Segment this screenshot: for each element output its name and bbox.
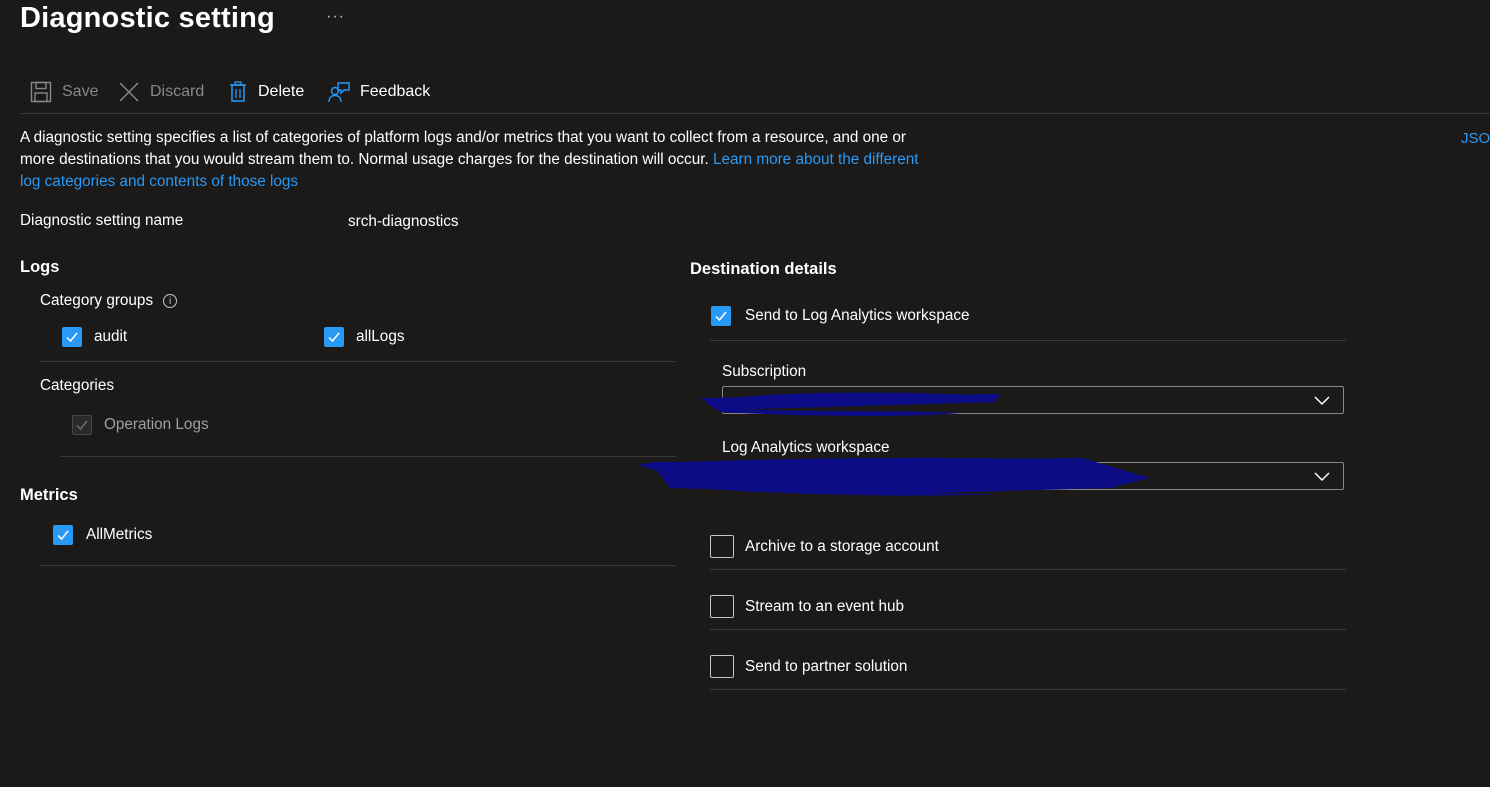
discard-label: Discard [150, 83, 205, 100]
partner-checkbox[interactable]: Send to partner solution [710, 655, 907, 678]
divider [710, 629, 1346, 630]
toolbar-divider [20, 113, 1490, 114]
event-hub-label: Stream to an event hub [745, 597, 905, 615]
allmetrics-checkbox[interactable]: AllMetrics [53, 525, 152, 545]
delete-label: Delete [258, 83, 305, 100]
checkbox-unchecked-icon [710, 655, 734, 678]
category-groups-label: Category groups i [40, 292, 178, 310]
delete-button[interactable]: Delete [228, 80, 304, 104]
audit-checkbox[interactable]: audit [62, 327, 127, 347]
info-icon[interactable]: i [163, 294, 178, 308]
storage-checkbox[interactable]: Archive to a storage account [710, 535, 939, 558]
setting-name-value: srch-diagnostics [348, 213, 459, 230]
checkbox-disabled-icon [72, 415, 92, 435]
feedback-icon [328, 82, 350, 103]
categories-label: Categories [40, 377, 114, 394]
page-title: Diagnostic setting [20, 2, 275, 34]
operation-logs-checkbox[interactable]: Operation Logs [72, 415, 209, 435]
divider [710, 340, 1346, 341]
audit-label: audit [94, 328, 128, 345]
checkbox-unchecked-icon [710, 535, 734, 558]
workspace-label: Log Analytics workspace [722, 439, 890, 456]
description: A diagnostic setting specifies a list of… [20, 127, 940, 193]
category-groups-text: Category groups [40, 292, 154, 309]
partner-label: Send to partner solution [745, 657, 908, 675]
logs-heading: Logs [20, 258, 60, 276]
feedback-label: Feedback [360, 83, 431, 100]
subscription-dropdown[interactable] [722, 386, 1344, 414]
chevron-down-icon [1314, 396, 1330, 406]
checkbox-checked-icon [62, 327, 82, 347]
trash-icon [230, 81, 246, 102]
divider [710, 689, 1346, 690]
checkbox-checked-icon [711, 306, 731, 326]
log-analytics-checkbox[interactable]: Send to Log Analytics workspace [711, 306, 970, 326]
divider [40, 565, 676, 566]
destination-heading: Destination details [690, 260, 837, 278]
storage-label: Archive to a storage account [745, 537, 939, 555]
divider [60, 456, 676, 457]
checkbox-unchecked-icon [710, 595, 734, 618]
feedback-button[interactable]: Feedback [328, 80, 430, 104]
discard-button[interactable]: Discard [118, 80, 204, 104]
save-button[interactable]: Save [30, 80, 98, 104]
log-analytics-label: Send to Log Analytics workspace [745, 307, 970, 324]
event-hub-checkbox[interactable]: Stream to an event hub [710, 595, 904, 618]
checkbox-checked-icon [324, 327, 344, 347]
more-options-button[interactable]: ··· [326, 8, 345, 26]
close-icon [119, 82, 139, 102]
metrics-heading: Metrics [20, 486, 78, 504]
json-view-link[interactable]: JSO [1461, 130, 1490, 147]
checkbox-checked-icon [53, 525, 73, 545]
save-label: Save [62, 83, 99, 100]
alllogs-checkbox[interactable]: allLogs [324, 327, 404, 347]
chevron-down-icon [1314, 472, 1330, 482]
alllogs-label: allLogs [356, 328, 405, 345]
allmetrics-label: AllMetrics [86, 526, 153, 543]
setting-name-label: Diagnostic setting name [20, 212, 184, 229]
divider [40, 361, 676, 362]
divider [710, 569, 1346, 570]
operation-logs-label: Operation Logs [104, 416, 209, 433]
subscription-label: Subscription [722, 363, 807, 380]
workspace-dropdown[interactable] [722, 462, 1344, 490]
save-icon [30, 81, 52, 103]
